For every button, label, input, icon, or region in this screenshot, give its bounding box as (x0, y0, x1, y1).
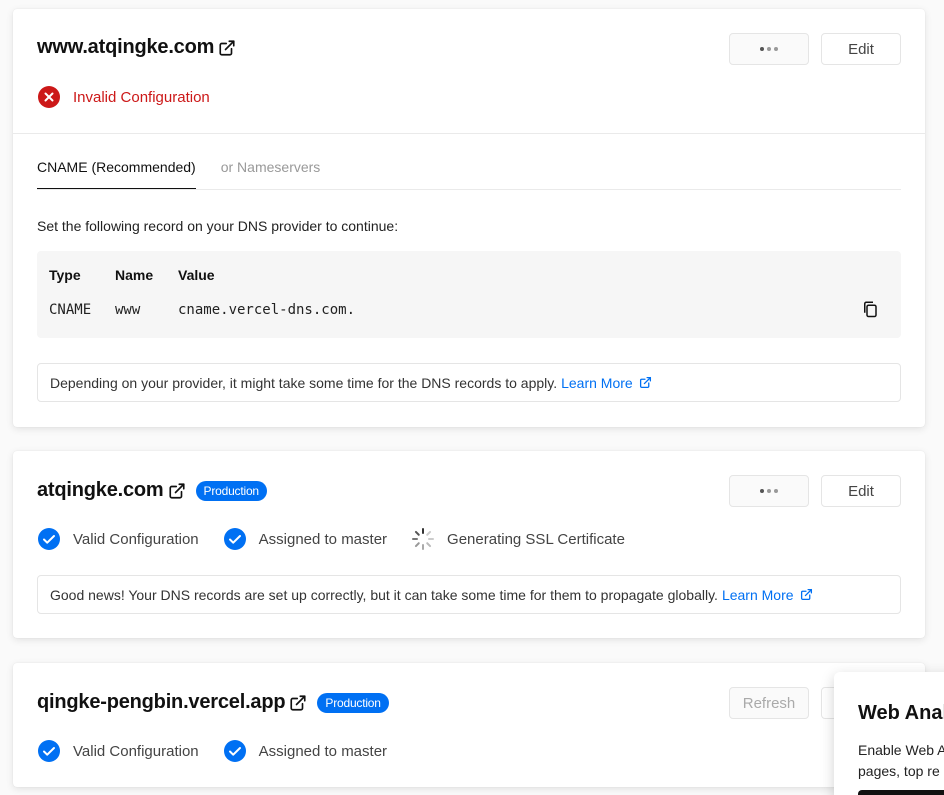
more-dots-icon (760, 47, 778, 51)
copy-icon[interactable] (861, 300, 879, 318)
external-link-icon (639, 376, 651, 389)
spinner-icon (411, 527, 435, 551)
record-type: CNAME (49, 302, 92, 318)
status-label: Valid Configuration (73, 742, 199, 760)
note-text: Good news! Your DNS records are set up c… (50, 586, 718, 603)
production-badge: Production (195, 480, 267, 501)
edit-button[interactable]: Edit (821, 33, 901, 65)
tab-cname[interactable]: CNAME (Recommended) (37, 159, 196, 189)
status-valid-config: Valid Configuration (37, 527, 199, 551)
more-dots-icon (760, 489, 778, 493)
external-link-icon (800, 588, 812, 601)
status-valid-config: Valid Configuration (37, 739, 199, 763)
domain-title: qingke-pengbin.vercel.app Production (37, 691, 389, 714)
status-assigned: Assigned to master (223, 739, 387, 763)
learn-more-link[interactable]: Learn More (722, 587, 813, 603)
edit-button[interactable]: Edit (821, 475, 901, 507)
dns-instruction: Set the following record on your DNS pro… (37, 218, 399, 234)
divider (13, 133, 925, 134)
more-options-button[interactable] (729, 33, 809, 65)
status-row: Invalid Configuration (37, 85, 234, 109)
domain-title: www.atqingke.com (37, 36, 236, 59)
external-link-icon[interactable] (218, 39, 236, 57)
status-assigned: Assigned to master (223, 527, 387, 551)
status-ssl: Generating SSL Certificate (411, 527, 625, 551)
more-options-button[interactable] (729, 475, 809, 507)
note-text: Depending on your provider, it might tak… (50, 374, 558, 391)
check-circle-icon (223, 739, 247, 763)
learn-more-label: Learn More (721, 586, 794, 603)
status-label: Assigned to master (258, 530, 388, 548)
domain-title: atqingke.com Production (37, 479, 267, 502)
refresh-button[interactable]: Refresh (729, 687, 809, 719)
learn-more-link[interactable]: Learn More (561, 375, 652, 391)
name-header: Name (115, 267, 154, 283)
record-tabs: CNAME (Recommended) or Nameservers (37, 159, 901, 190)
popup-action-button[interactable] (858, 790, 944, 795)
learn-more-label: Learn More (561, 374, 633, 391)
popup-body: Enable Web A pages, top re (858, 740, 944, 782)
status-row: Valid Configuration Assigned to master (37, 739, 411, 763)
dns-record-box: Type Name Value CNAME www cname.vercel-d… (37, 251, 901, 338)
check-circle-icon (37, 739, 61, 763)
record-value: cname.vercel-dns.com. (178, 302, 356, 318)
status-label: Generating SSL Certificate (447, 530, 625, 548)
domain-card-vercel-app: qingke-pengbin.vercel.app Production Ref… (13, 663, 925, 787)
status-label: Assigned to master (258, 742, 388, 760)
web-analytics-popup: Web Anal Enable Web A pages, top re (834, 672, 944, 795)
dns-note: Good news! Your DNS records are set up c… (37, 575, 901, 614)
dns-note: Depending on your provider, it might tak… (37, 363, 901, 402)
status-label: Valid Configuration (73, 530, 199, 548)
external-link-icon[interactable] (289, 694, 307, 712)
domain-name-link[interactable]: qingke-pengbin.vercel.app (37, 691, 286, 714)
type-header: Type (49, 267, 81, 283)
popup-title: Web Anal (858, 702, 944, 724)
domain-name-link[interactable]: atqingke.com (37, 479, 164, 502)
status-row: Valid Configuration Assigned to master (37, 527, 649, 551)
production-badge: Production (317, 692, 389, 713)
check-circle-icon (223, 527, 247, 551)
domain-name-link[interactable]: www.atqingke.com (37, 36, 214, 59)
domain-card-www: www.atqingke.com Edit Invalid Configurat… (13, 9, 925, 427)
popup-body-line: pages, top re (858, 763, 940, 779)
status-invalid: Invalid Configuration (37, 85, 210, 109)
popup-body-line: Enable Web A (858, 742, 944, 758)
status-label: Invalid Configuration (73, 88, 210, 106)
value-header: Value (178, 267, 215, 283)
check-circle-icon (37, 527, 61, 551)
domain-card-apex: atqingke.com Production Edit Valid Confi… (13, 451, 925, 638)
external-link-icon[interactable] (168, 482, 186, 500)
tab-nameservers[interactable]: or Nameservers (221, 159, 321, 189)
x-circle-icon (37, 85, 61, 109)
record-name: www (115, 302, 141, 318)
